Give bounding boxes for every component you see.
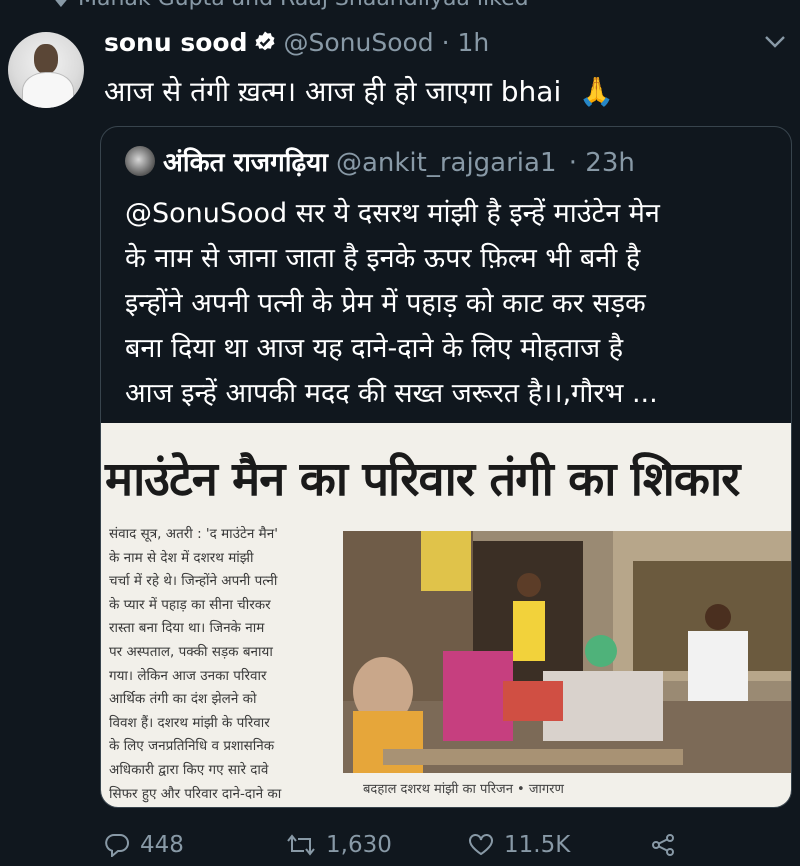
chevron-down-icon[interactable] <box>764 34 786 53</box>
tweet-text-body: आज से तंगी ख़त्म। आज ही हो जाएगा bhai <box>104 75 562 108</box>
retweet-icon <box>286 832 326 858</box>
reply-count: 448 <box>140 832 184 858</box>
clipping-line: सिफर हुए और परिवार दाने-दाने का <box>109 785 282 802</box>
folded-hands-emoji: 🙏 <box>579 75 615 108</box>
tweet-header: sonu sood @SonuSood · 1h <box>104 28 489 60</box>
retweet-count: 1,630 <box>326 832 392 858</box>
quoted-text-line: आज इन्हें आपकी मदद की सख्त जरूरत है।।,गौ… <box>125 378 658 409</box>
heart-icon: ♥ <box>52 0 70 12</box>
clipping-line: अधिकारी द्वारा किए गए सारे दावे <box>109 761 269 778</box>
clipping-line: के लिए जनप्रतिनिधि व प्रशासनिक <box>109 738 275 755</box>
tweet-time[interactable]: · 1h <box>442 28 490 57</box>
clipping-line: गया। लेकिन आज उनका परिवार <box>109 667 267 684</box>
verified-icon <box>253 30 277 60</box>
newspaper-clipping-image[interactable]: माउंटेन मैन का परिवार तंगी का शिकार संवा… <box>101 423 791 807</box>
retweet-button[interactable]: 1,630 <box>286 832 392 858</box>
clipping-line: चर्चा में रहे थे। जिन्होंने अपनी पत्नी <box>109 573 278 590</box>
share-button[interactable] <box>650 832 686 858</box>
quoted-header: अंकित राजगढ़िया @ankit_rajgaria1 · 23h <box>125 143 635 179</box>
social-context-text: Manak Gupta and Raaj Shaandilyaa liked <box>78 0 529 11</box>
clipping-headline: माउंटेन मैन का परिवार तंगी का शिकार <box>105 452 740 507</box>
family-photo <box>343 531 791 773</box>
clipping-line: विवश हैं। दशरथ मांझी के परिवार <box>109 714 270 731</box>
clipping-line: के नाम से देश में दशरथ मांझी <box>109 549 254 566</box>
clipping-line: आर्थिक तंगी का दंश झेलने को <box>109 691 257 708</box>
avatar-head <box>34 44 58 74</box>
clipping-line: के प्यार में पहाड़ का सीना चीरकर <box>109 596 271 613</box>
author-handle[interactable]: @SonuSood <box>283 28 433 57</box>
tweet-actions: 448 1,630 11.5K <box>0 826 800 866</box>
like-icon <box>468 832 504 858</box>
quoted-text-line: @SonuSood सर ये दसरथ मांझी है इन्हें माउ… <box>125 198 660 229</box>
reply-button[interactable]: 448 <box>104 832 184 859</box>
social-context: ♥ Manak Gupta and Raaj Shaandilyaa liked <box>52 0 529 12</box>
tweet-text: आज से तंगी ख़त्म। आज ही हो जाएगा bhai 🙏 <box>104 72 614 110</box>
clipping-line: रास्ता बना दिया था। जिनके नाम <box>109 620 265 637</box>
author-name[interactable]: sonu sood <box>104 28 247 57</box>
quoted-author-handle: @ankit_rajgaria1 <box>335 148 557 178</box>
clipping-line: संवाद सूत्र, अतरी : 'द माउंटेन मैन' <box>109 526 278 542</box>
like-count: 11.5K <box>504 832 571 858</box>
quoted-text-line: बना दिया था आज यह दाने-दाने के लिए मोहता… <box>125 333 624 364</box>
clipping-column: संवाद सूत्र, अतरी : 'द माउंटेन मैन' के न… <box>109 523 335 806</box>
quoted-text: @SonuSood सर ये दसरथ मांझी है इन्हें माउ… <box>125 191 785 416</box>
quoted-tweet[interactable]: अंकित राजगढ़िया @ankit_rajgaria1 · 23h @S… <box>100 126 792 808</box>
quoted-avatar <box>125 146 155 176</box>
reply-icon <box>104 832 140 859</box>
avatar-body <box>22 72 74 108</box>
quoted-author-name: अंकित राजगढ़िया <box>163 148 328 178</box>
like-button[interactable]: 11.5K <box>468 832 570 858</box>
quoted-time: · 23h <box>568 148 635 178</box>
share-icon <box>650 832 686 858</box>
quoted-text-line: इन्होंने अपनी पत्नी के प्रेम में पहाड़ क… <box>125 288 646 319</box>
avatar[interactable] <box>8 32 84 108</box>
clipping-caption: बदहाल दशरथ मांझी का परिजन • जागरण <box>363 782 564 797</box>
quoted-text-line: के नाम से जाना जाता है इनके ऊपर फ़िल्म भ… <box>125 243 641 274</box>
clipping-line: पर अस्पताल, पक्की सड़क बनाया <box>109 643 273 660</box>
